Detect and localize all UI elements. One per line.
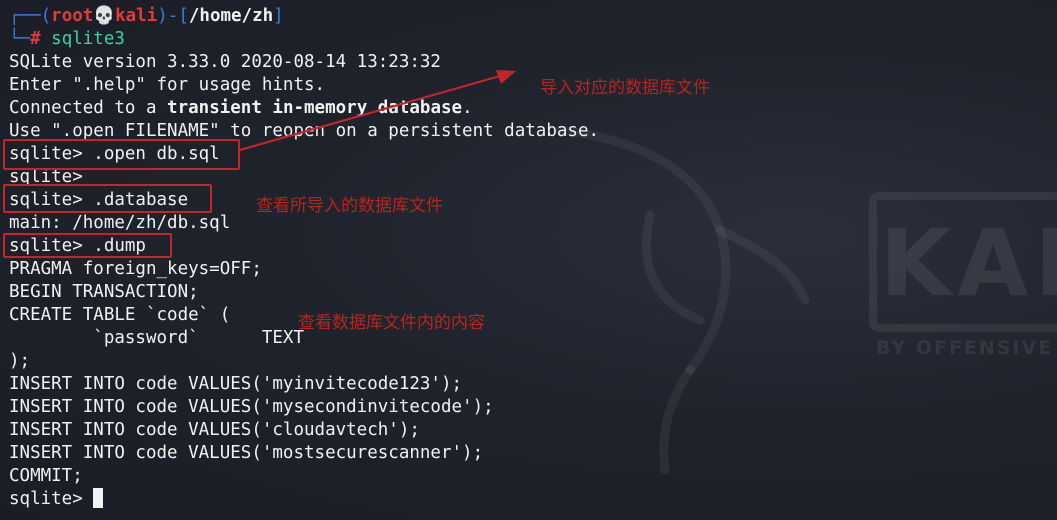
shell-prompt-header: ┌──(root💀kali)-[/home/zh] bbox=[9, 5, 284, 28]
connected-line: Connected to a transient in-memory datab… bbox=[9, 97, 473, 120]
terminal-cursor[interactable] bbox=[93, 488, 104, 508]
prompt-host: kali bbox=[115, 6, 158, 26]
annotation-open-note: 导入对应的数据库文件 bbox=[540, 78, 710, 98]
prompt-hash: # bbox=[30, 29, 41, 49]
annotation-dump-note: 查看数据库文件内的内容 bbox=[298, 313, 485, 333]
insert-line: INSERT INTO code VALUES('mysecondinvitec… bbox=[9, 397, 494, 417]
insert-line: INSERT INTO code VALUES('myinvitecode123… bbox=[9, 374, 463, 394]
annotation-database-note: 查看所导入的数据库文件 bbox=[256, 196, 443, 216]
create-table-line: CREATE TABLE `code` ( bbox=[9, 305, 231, 325]
shell-command-line: └─# sqlite3 bbox=[9, 28, 125, 51]
prompt-cwd: /home/zh bbox=[188, 6, 274, 26]
column-line: `password` TEXT bbox=[9, 328, 305, 348]
main-database-line: main: /home/zh/db.sql bbox=[9, 213, 231, 233]
final-prompt-line[interactable]: sqlite> bbox=[9, 488, 104, 511]
help-line: Enter ".help" for usage hints. bbox=[9, 75, 326, 95]
prompt-user: root bbox=[51, 6, 94, 26]
final-prompt: sqlite> bbox=[9, 489, 94, 509]
highlight-database-command bbox=[3, 184, 212, 213]
highlight-open-command bbox=[3, 139, 240, 170]
version-line: SQLite version 3.33.0 2020-08-14 13:23:3… bbox=[9, 52, 441, 72]
begin-line: BEGIN TRANSACTION; bbox=[9, 282, 199, 302]
insert-line: INSERT INTO code VALUES('cloudavtech'); bbox=[9, 420, 420, 440]
insert-line: INSERT INTO code VALUES('mostsecurescann… bbox=[9, 443, 484, 463]
connected-prefix: Connected to a bbox=[9, 98, 168, 118]
prompt-frame-top: ┌──( bbox=[9, 6, 52, 26]
connected-bold: transient in-memory database bbox=[167, 98, 463, 118]
connected-suffix: . bbox=[462, 98, 473, 118]
shell-command: sqlite3 bbox=[40, 29, 125, 49]
kali-slogan: BY OFFENSIVE SECURITY bbox=[876, 337, 1057, 359]
pragma-line: PRAGMA foreign_keys=OFF; bbox=[9, 259, 262, 279]
prompt-frame-bottom: └─ bbox=[9, 29, 31, 49]
terminal-window[interactable]: KALI BY OFFENSIVE SECURITY ┌──(root💀kali… bbox=[0, 0, 1057, 520]
kali-wordmark: KALI bbox=[880, 210, 1057, 317]
close-paren-line: ); bbox=[9, 351, 31, 371]
skull-icon: 💀 bbox=[93, 6, 116, 26]
prompt-frame-mid: )-[ bbox=[157, 6, 189, 26]
commit-line: COMMIT; bbox=[9, 466, 83, 486]
highlight-dump-command bbox=[3, 233, 172, 258]
prompt-frame-end: ] bbox=[273, 6, 284, 26]
